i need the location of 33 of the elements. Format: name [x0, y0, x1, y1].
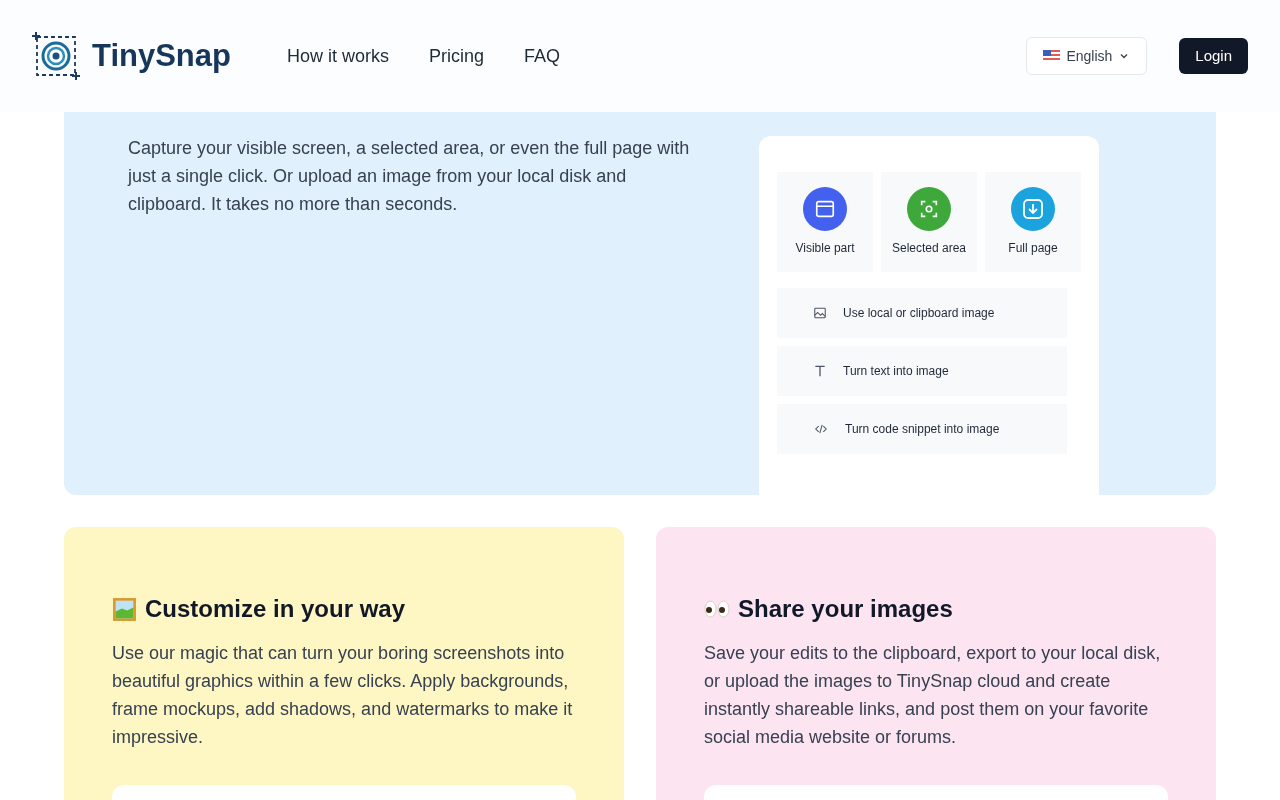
text-icon	[813, 364, 827, 378]
logo-icon	[32, 32, 80, 80]
capture-option[interactable]: Selected area	[881, 172, 977, 272]
focus-frame-icon	[918, 198, 940, 220]
logo-text: TinySnap	[92, 36, 231, 75]
action-item[interactable]: Turn text into image	[777, 346, 1067, 396]
code-icon	[813, 422, 829, 436]
flag-icon	[1043, 50, 1061, 62]
action-item[interactable]: Use local or clipboard image	[777, 288, 1067, 338]
eyes-icon	[704, 599, 730, 619]
feature-title: Customize in your way	[145, 594, 406, 624]
nav-link[interactable]: How it works	[286, 42, 389, 70]
action-item[interactable]: Turn code snippet into image	[777, 404, 1067, 454]
capture-description: Capture your visible screen, a selected area, or even the full page with just a single click. Or upload an image from your local disk and clipboard. It takes no more than seconds.	[128, 137, 691, 216]
action-label: Use local or clipboard image	[843, 305, 995, 322]
action-label: Turn text into image	[843, 363, 949, 380]
download-icon	[1021, 197, 1045, 221]
image-icon	[813, 306, 827, 320]
option-label: Full page	[1008, 240, 1058, 257]
browser-window-icon	[814, 198, 836, 220]
action-label: Turn code snippet into image	[845, 421, 1000, 438]
feature-title: Share your images	[738, 594, 953, 624]
capture-option[interactable]: Visible part	[777, 172, 873, 272]
feature-description: Use our magic that can turn your boring screenshots into beautiful graphics within a few clicks. Apply backgrounds, frame mockups, add shadows, and watermarks to make it impressive.	[112, 642, 574, 749]
capture-option[interactable]: Full page	[985, 172, 1081, 272]
framed-picture-icon	[112, 596, 137, 622]
option-label: Selected area	[891, 240, 967, 257]
language-selector[interactable]: English	[1026, 37, 1148, 75]
feature-description: Save your edits to the clipboard, export to your local disk, or upload the images to TinySnap cloud and create instantly shareable links, and post them on your favorite social media website or forums.	[704, 642, 1162, 749]
option-label: Visible part	[795, 240, 855, 257]
login-button[interactable]: Login	[1179, 38, 1248, 74]
nav-link[interactable]: FAQ	[524, 42, 561, 70]
nav-link[interactable]: Pricing	[429, 42, 484, 70]
